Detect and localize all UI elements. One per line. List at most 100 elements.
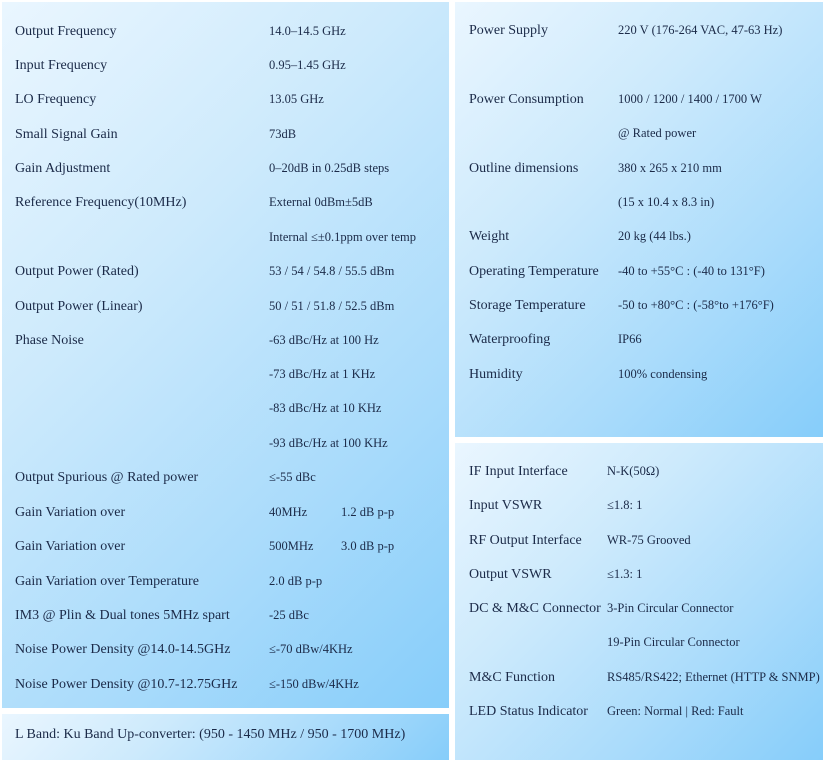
spec-label: IM3 @ Plin & Dual tones 5MHz spart xyxy=(15,608,230,623)
spec-value: -63 dBc/Hz at 100 Hz xyxy=(269,333,379,347)
electrical-specs-panel: Output Frequency 14.0–14.5 GHz Input Fre… xyxy=(2,2,449,708)
spec-label: Output Frequency xyxy=(15,24,117,39)
spec-row-reference-frequency: Reference Frequency(10MHz) External 0dBm… xyxy=(2,195,449,219)
spec-label: Small Signal Gain xyxy=(15,127,118,142)
spec-row-gain-variation-temperature: Gain Variation over Temperature 2.0 dB p… xyxy=(2,574,449,598)
spec-value: 14.0–14.5 GHz xyxy=(269,24,346,38)
general-specs-panel: Power Supply 220 V (176-264 VAC, 47-63 H… xyxy=(455,2,823,437)
spec-value: 20 kg (44 lbs.) xyxy=(618,229,691,243)
spec-value: 3-Pin Circular Connector xyxy=(607,601,734,615)
spec-value: @ Rated power xyxy=(618,126,697,140)
spec-row-power-consumption: Power Consumption 1000 / 1200 / 1400 / 1… xyxy=(455,92,823,116)
spec-label: M&C Function xyxy=(469,670,555,685)
spec-row-storage-temperature: Storage Temperature -50 to +80°C : (-58°… xyxy=(455,298,823,322)
spec-label: LED Status Indicator xyxy=(469,704,588,719)
spec-value: WR-75 Grooved xyxy=(607,533,691,547)
spec-value: -40 to +55°C : (-40 to 131°F) xyxy=(618,264,765,278)
spec-row-output-spurious: Output Spurious @ Rated power ≤-55 dBc xyxy=(2,470,449,494)
spec-value: 40MHz xyxy=(269,505,308,519)
spec-row-if-input-interface: IF Input Interface N-K(50Ω) xyxy=(455,464,823,488)
spec-value: External 0dBm±5dB xyxy=(269,195,373,209)
spec-label: Input VSWR xyxy=(469,498,543,513)
spec-label: Output Spurious @ Rated power xyxy=(15,470,199,485)
spec-row-output-vswr: Output VSWR ≤1.3: 1 xyxy=(455,567,823,591)
spec-label: Outline dimensions xyxy=(469,161,579,176)
spec-row-waterproofing: Waterproofing IP66 xyxy=(455,332,823,356)
spec-value: 100% condensing xyxy=(618,367,708,381)
spec-label: Power Consumption xyxy=(469,92,584,107)
spec-row-output-frequency: Output Frequency 14.0–14.5 GHz xyxy=(2,24,449,48)
spec-row-im3: IM3 @ Plin & Dual tones 5MHz spart -25 d… xyxy=(2,608,449,632)
spec-label: Noise Power Density @10.7-12.75GHz xyxy=(15,677,238,692)
spec-value: 53 / 54 / 54.8 / 55.5 dBm xyxy=(269,264,395,278)
spec-label: Waterproofing xyxy=(469,332,551,347)
spec-row-lo-frequency: LO Frequency 13.05 GHz xyxy=(2,92,449,116)
spec-value: -73 dBc/Hz at 1 KHz xyxy=(269,367,376,381)
spec-value: -25 dBc xyxy=(269,608,309,622)
spec-value: 13.05 GHz xyxy=(269,92,324,106)
spec-label: Humidity xyxy=(469,367,523,382)
spec-value: Green: Normal | Red: Fault xyxy=(607,704,744,718)
spec-value: ≤-150 dBw/4KHz xyxy=(269,677,359,691)
spec-label: Output Power (Linear) xyxy=(15,299,143,314)
spec-row-dc-mc-connector: DC & M&C Connector 3-Pin Circular Connec… xyxy=(455,601,823,625)
spec-label: Gain Variation over xyxy=(15,539,126,554)
spec-row-small-signal-gain: Small Signal Gain 73dB xyxy=(2,127,449,151)
spec-value: 1000 / 1200 / 1400 / 1700 W xyxy=(618,92,762,106)
spec-value-secondary: 3.0 dB p-p xyxy=(341,539,395,553)
spec-value: N-K(50Ω) xyxy=(607,464,660,478)
spec-row-weight: Weight 20 kg (44 lbs.) xyxy=(455,229,823,253)
spec-row-phase-noise-10khz: -83 dBc/Hz at 10 KHz xyxy=(2,401,449,425)
spec-label: LO Frequency xyxy=(15,92,97,107)
spec-row-outline-dimensions-inches: (15 x 10.4 x 8.3 in) xyxy=(455,195,823,219)
spec-row-reference-frequency-internal: Internal ≤±0.1ppm over temp xyxy=(2,230,449,254)
interface-specs-panel: IF Input Interface N-K(50Ω) Input VSWR ≤… xyxy=(455,443,823,760)
product-caption-panel: L Band: Ku Band Up-converter: (950 - 145… xyxy=(2,714,449,760)
spec-label: Operating Temperature xyxy=(469,264,599,279)
spec-value: -93 dBc/Hz at 100 KHz xyxy=(269,436,388,450)
spec-value: 73dB xyxy=(269,127,297,141)
spec-value: 220 V (176-264 VAC, 47-63 Hz) xyxy=(618,23,783,37)
spec-value: IP66 xyxy=(618,332,642,346)
spec-label: Output VSWR xyxy=(469,567,552,582)
spec-label: RF Output Interface xyxy=(469,533,582,548)
spec-row-input-frequency: Input Frequency 0.95–1.45 GHz xyxy=(2,58,449,82)
spec-row-output-power-linear: Output Power (Linear) 50 / 51 / 51.8 / 5… xyxy=(2,299,449,323)
spec-row-phase-noise: Phase Noise -63 dBc/Hz at 100 Hz xyxy=(2,333,449,357)
spec-row-power-consumption-note: @ Rated power xyxy=(455,126,823,150)
spec-value: Internal ≤±0.1ppm over temp xyxy=(269,230,417,244)
spec-value: ≤1.3: 1 xyxy=(607,567,643,581)
spec-value: 380 x 265 x 210 mm xyxy=(618,161,722,175)
product-caption: L Band: Ku Band Up-converter: (950 - 145… xyxy=(15,727,406,742)
spec-value: ≤-70 dBw/4KHz xyxy=(269,642,353,656)
spec-label: Input Frequency xyxy=(15,58,108,73)
spec-value: 0–20dB in 0.25dB steps xyxy=(269,161,390,175)
spec-row-operating-temperature: Operating Temperature -40 to +55°C : (-4… xyxy=(455,264,823,288)
spec-row-phase-noise-100khz: -93 dBc/Hz at 100 KHz xyxy=(2,436,449,460)
spec-value: 50 / 51 / 51.8 / 52.5 dBm xyxy=(269,299,395,313)
spec-value: -50 to +80°C : (-58°to +176°F) xyxy=(618,298,774,312)
spec-label: DC & M&C Connector xyxy=(469,601,601,616)
spec-row-dc-mc-connector-19pin: 19-Pin Circular Connector xyxy=(455,635,823,659)
spec-value: (15 x 10.4 x 8.3 in) xyxy=(618,195,715,209)
spec-row-rf-output-interface: RF Output Interface WR-75 Grooved xyxy=(455,533,823,557)
spec-row-power-supply: Power Supply 220 V (176-264 VAC, 47-63 H… xyxy=(455,23,823,47)
spec-value: RS485/RS422; Ethernet (HTTP & SNMP) xyxy=(607,670,820,684)
spec-value: 2.0 dB p-p xyxy=(269,574,323,588)
spec-label: IF Input Interface xyxy=(469,464,568,479)
spec-row-phase-noise-1khz: -73 dBc/Hz at 1 KHz xyxy=(2,367,449,391)
spec-value: 19-Pin Circular Connector xyxy=(607,635,740,649)
spec-row-noise-power-density-14ghz: Noise Power Density @14.0-14.5GHz ≤-70 d… xyxy=(2,642,449,666)
spec-row-mc-function: M&C Function RS485/RS422; Ethernet (HTTP… xyxy=(455,670,823,694)
spec-row-input-vswr: Input VSWR ≤1.8: 1 xyxy=(455,498,823,522)
spec-label: Noise Power Density @14.0-14.5GHz xyxy=(15,642,231,657)
spec-label: Storage Temperature xyxy=(469,298,586,313)
spec-label: Gain Variation over xyxy=(15,505,126,520)
spec-row-output-power-rated: Output Power (Rated) 53 / 54 / 54.8 / 55… xyxy=(2,264,449,288)
spec-label: Weight xyxy=(469,229,510,244)
spec-row-led-status-indicator: LED Status Indicator Green: Normal | Red… xyxy=(455,704,823,728)
spec-value: ≤1.8: 1 xyxy=(607,498,643,512)
spec-row-gain-variation-40mhz: Gain Variation over 40MHz 1.2 dB p-p xyxy=(2,505,449,529)
spec-row-noise-power-density-10ghz: Noise Power Density @10.7-12.75GHz ≤-150… xyxy=(2,677,449,701)
spec-row-humidity: Humidity 100% condensing xyxy=(455,367,823,391)
